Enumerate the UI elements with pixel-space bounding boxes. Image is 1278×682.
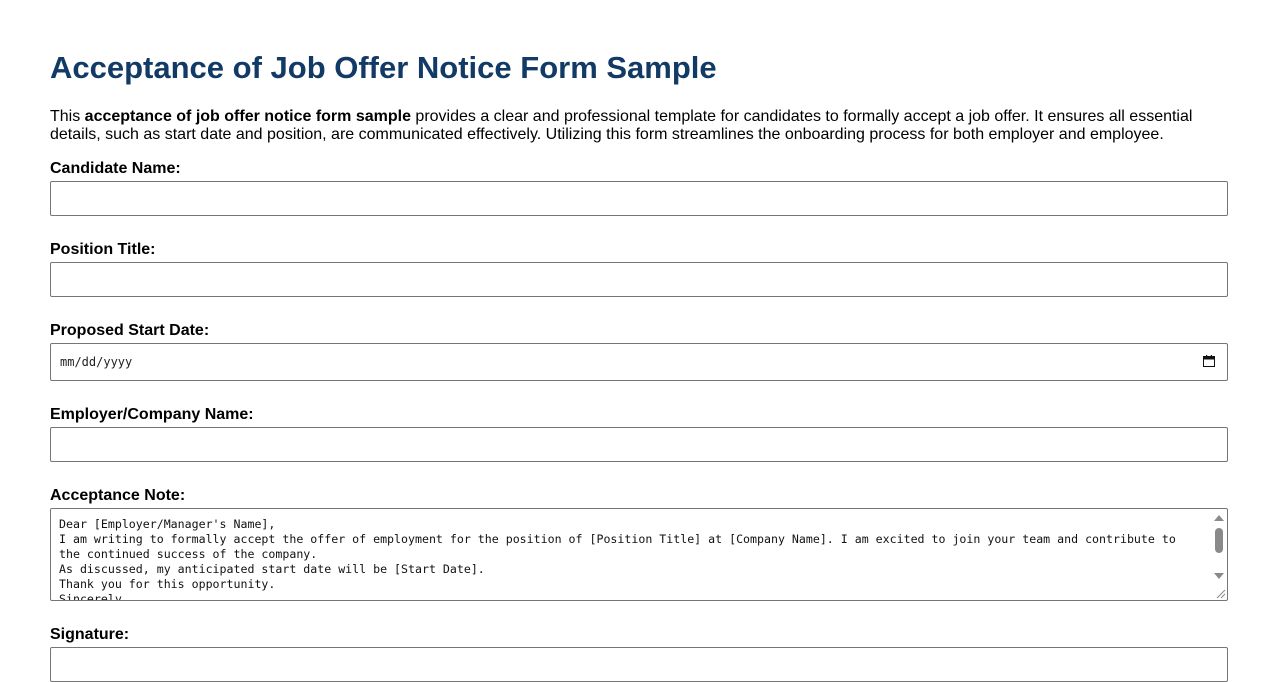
scrollbar-thumb[interactable] (1215, 528, 1223, 553)
page: Acceptance of Job Offer Notice Form Samp… (0, 0, 1278, 682)
resize-grip-icon[interactable] (1214, 587, 1226, 599)
intro-prefix: This (50, 108, 85, 125)
calendar-icon[interactable] (1203, 355, 1215, 367)
candidate-name-input[interactable] (50, 181, 1228, 216)
position-title-label: Position Title: (50, 241, 156, 258)
position-title-input[interactable] (50, 262, 1228, 297)
page-title: Acceptance of Job Offer Notice Form Samp… (50, 50, 717, 85)
company-name-label: Employer/Company Name: (50, 406, 254, 423)
signature-label: Signature: (50, 626, 130, 643)
candidate-name-label: Candidate Name: (50, 160, 181, 177)
intro-bold: acceptance of job offer notice form samp… (84, 108, 411, 125)
start-date-label: Proposed Start Date: (50, 322, 210, 339)
scroll-up-arrow-icon[interactable] (1214, 515, 1224, 521)
company-name-input[interactable] (50, 427, 1228, 462)
acceptance-note-label: Acceptance Note: (50, 487, 186, 504)
intro-paragraph: This acceptance of job offer notice form… (50, 108, 1230, 144)
start-date-placeholder: mm/dd/yyyy (60, 355, 133, 369)
signature-input[interactable] (50, 647, 1228, 682)
acceptance-note-text[interactable]: Dear [Employer/Manager's Name], I am wri… (59, 517, 1199, 600)
acceptance-note-textarea[interactable]: Dear [Employer/Manager's Name], I am wri… (50, 508, 1228, 601)
start-date-input[interactable]: mm/dd/yyyy (50, 343, 1228, 381)
scroll-down-arrow-icon[interactable] (1214, 573, 1224, 579)
